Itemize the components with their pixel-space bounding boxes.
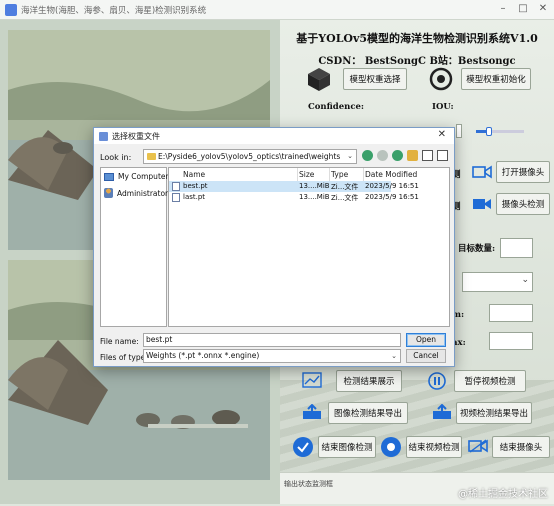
user-icon [104,188,113,198]
file-type-value: Weights (*.pt *.onnx *.engine) [146,351,260,360]
chevron-down-icon: ⌄ [391,352,397,360]
end-camera-button[interactable]: 结束摄像头 [492,436,550,458]
up-folder-icon[interactable] [392,150,403,161]
dialog-title-bar: 选择权重文件 ✕ [94,128,454,144]
file-icon [172,193,180,202]
list-view-icon[interactable] [422,150,433,161]
target-count-field [500,238,533,258]
minimize-icon[interactable]: – [496,3,510,14]
file-size: 13....MiB [299,193,330,201]
iou-spinbox[interactable] [456,124,462,138]
camera-off-icon [468,439,488,453]
file-size: 13....MiB [299,182,330,190]
camera-detect-button[interactable]: 摄像头检测 [496,193,550,215]
target-icon [429,67,453,91]
confidence-label: Confidence: [308,102,365,112]
check-icon [293,437,313,457]
status-text: 输出状态监测框 [284,480,333,488]
select-weights-button[interactable]: 模型权重选择 [343,68,407,90]
file-dialog: 选择权重文件 ✕ Look in: E:\Pyside6_yolov5\yolo… [93,127,455,367]
maximize-icon[interactable]: □ [516,3,530,14]
file-type-select[interactable]: Weights (*.pt *.onnx *.engine) ⌄ [143,349,401,363]
file-list: Name Size Type Date Modified best.pt 13.… [168,167,450,327]
file-date: 2023/5/9 16:51 [365,193,419,201]
file-date: 2023/5/9 16:51 [365,182,419,190]
file-row[interactable]: best.pt 13....MiB Zi...文件 2023/5/9 16:51 [169,181,419,192]
forward-icon[interactable] [377,150,388,161]
export-video-icon [433,404,451,419]
column-size[interactable]: Size [299,170,314,179]
folder-icon [147,153,156,160]
file-name: best.pt [183,182,208,190]
xmin-field [489,304,533,322]
new-folder-icon[interactable] [407,150,418,161]
xmax-field [489,332,533,350]
open-button[interactable]: Open [406,333,446,347]
look-in-label: Look in: [100,153,132,162]
look-in-path: E:\Pyside6_yolov5\yolov5_optics\trained\… [158,152,341,161]
app-title-bar: 海洋生物(海胆、海参、扇贝、海星)检测识别系统 – □ ✕ [0,0,554,20]
sidebar-item-my-computer[interactable]: My Computer [104,172,169,181]
look-in-combo[interactable]: E:\Pyside6_yolov5\yolov5_optics\trained\… [143,149,357,164]
show-results-button[interactable]: 检测结果展示 [336,370,402,392]
file-row[interactable]: last.pt 13....MiB Zi...文件 2023/5/9 16:51 [169,192,419,203]
iou-label: IOU: [432,102,454,112]
cube-icon [308,68,330,91]
chart-icon [302,372,322,388]
sidebar-item-label: Administrator [117,188,169,198]
app-icon [5,3,17,16]
file-type: Zi...文件 [331,183,359,191]
app-subtitle: CSDN： BestSongC B站：Bestsongc [318,56,516,67]
column-type[interactable]: Type [331,170,348,179]
file-icon [172,182,180,191]
video-camera-icon [473,199,491,209]
end-video-button[interactable]: 结束视频检测 [406,436,462,458]
target-select[interactable]: ⌄ [462,272,533,292]
chevron-down-icon: ⌄ [521,275,529,285]
export-icon [303,404,321,419]
chevron-down-icon: ⌄ [347,152,353,160]
end-image-button[interactable]: 结束图像检测 [318,436,376,458]
sidebar-item-administrator[interactable]: Administrator [104,188,168,198]
app-title: 基于YOLOv5模型的海洋生物检测识别系统V1.0 [296,32,538,45]
export-video-button[interactable]: 视频检测结果导出 [456,402,532,424]
back-icon[interactable] [362,150,373,161]
pause-icon [428,372,446,390]
cancel-button[interactable]: Cancel [406,349,446,363]
column-date[interactable]: Date Modified [365,170,417,179]
file-type: Zi...文件 [331,194,359,202]
computer-icon [104,172,114,181]
window-title: 海洋生物(海胆、海参、扇贝、海星)检测识别系统 [21,5,207,16]
dialog-icon [99,131,108,141]
sidebar-item-label: My Computer [118,172,169,181]
init-weights-button[interactable]: 模型权重初始化 [461,68,531,90]
target-count-label: 目标数量: [458,244,496,254]
dialog-title: 选择权重文件 [112,131,160,141]
file-type-label: Files of type: [100,353,148,362]
pause-video-button[interactable]: 暂停视频检测 [454,370,526,392]
file-name-input[interactable]: best.pt [143,333,401,347]
file-name-label: File name: [100,337,139,346]
iou-slider[interactable] [476,127,524,136]
camera-icon [472,165,492,179]
column-name[interactable]: Name [183,170,205,179]
export-image-button[interactable]: 图像检测结果导出 [328,402,408,424]
open-camera-button[interactable]: 打开摄像头 [496,161,550,183]
watermark: @稀土掘金技术社区 [458,489,548,500]
places-sidebar: My Computer Administrator [100,167,169,327]
dialog-close-icon[interactable]: ✕ [438,129,446,140]
stop-icon [381,437,401,457]
close-icon[interactable]: ✕ [536,3,550,14]
file-name: last.pt [183,193,206,201]
detail-view-icon[interactable] [437,150,448,161]
